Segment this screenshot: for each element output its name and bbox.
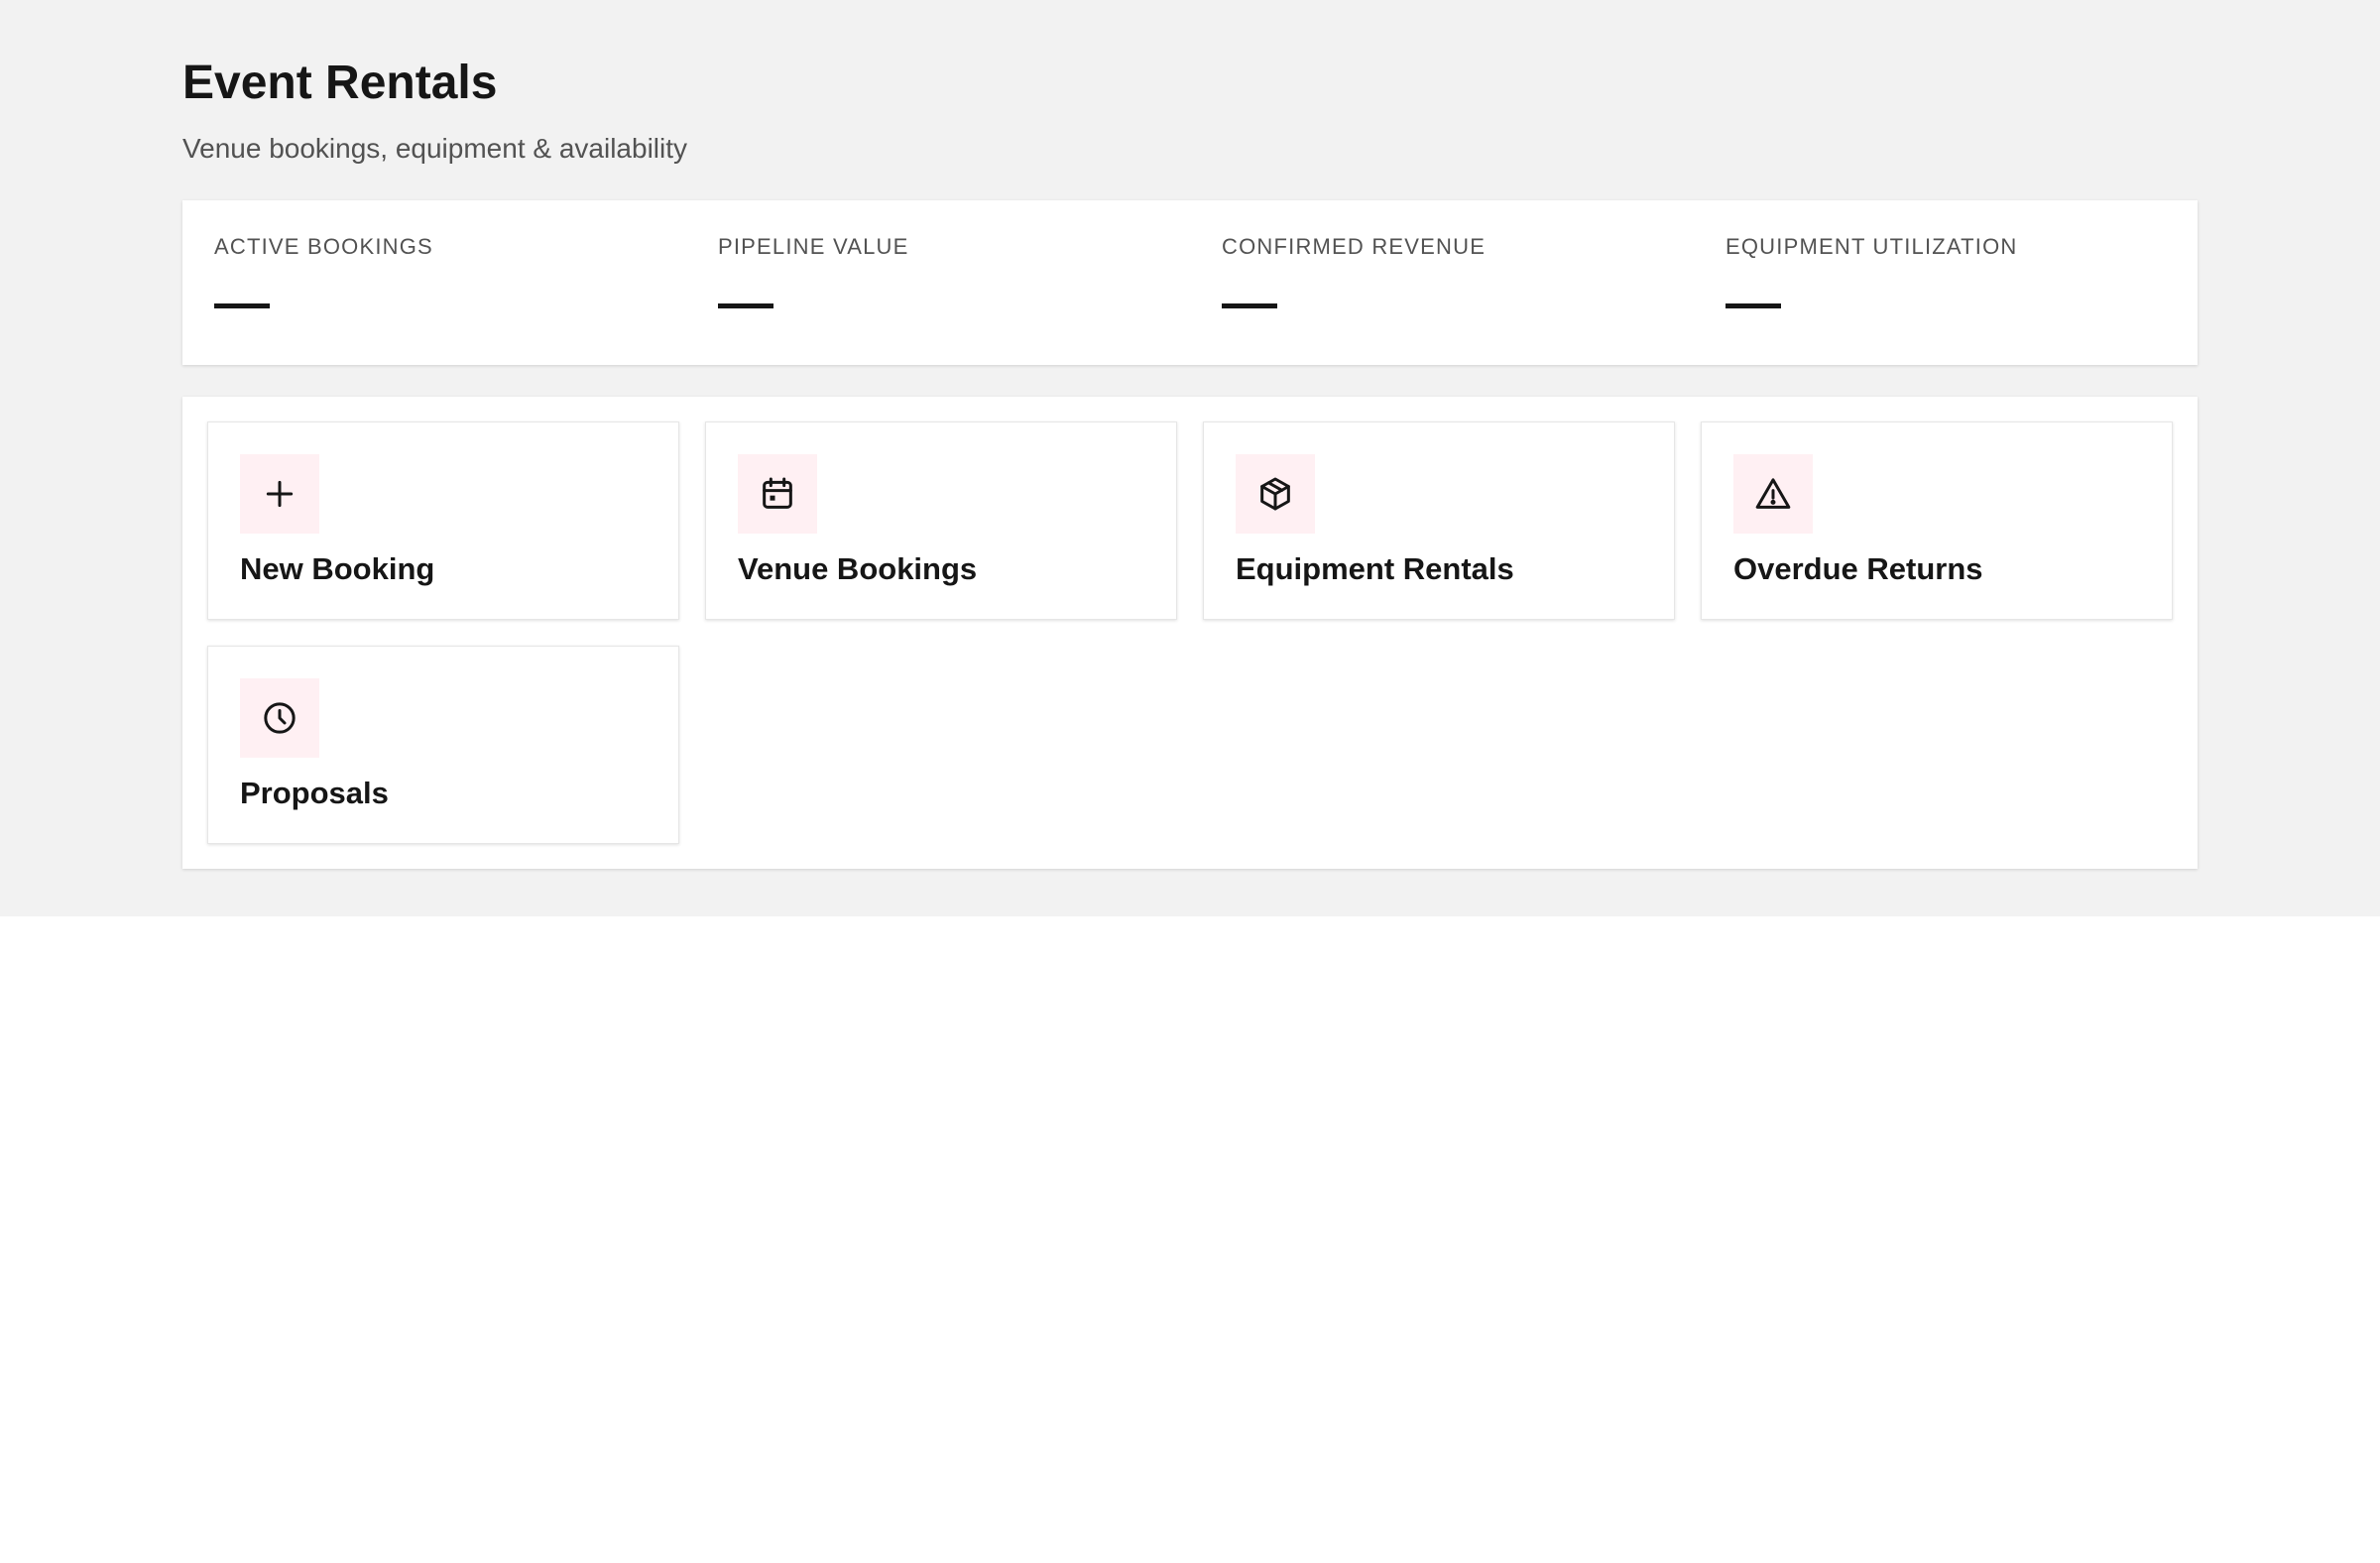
kpi-equipment-utilization: EQUIPMENT UTILIZATION: [1694, 200, 2198, 365]
tile-label: New Booking: [240, 551, 435, 586]
plus-icon: [240, 454, 319, 534]
kpi-label: ACTIVE BOOKINGS: [214, 234, 433, 259]
kpi-label: CONFIRMED REVENUE: [1222, 234, 1487, 259]
page-subtitle: Venue bookings, equipment & availability: [182, 133, 688, 164]
kpi-active-bookings: ACTIVE BOOKINGS: [182, 200, 686, 365]
new-booking-tile[interactable]: New Booking: [207, 421, 679, 620]
kpi-value-placeholder: [214, 303, 270, 308]
warning-icon: [1733, 454, 1813, 534]
kpi-label: PIPELINE VALUE: [718, 234, 909, 259]
tile-label: Venue Bookings: [738, 551, 978, 586]
kpi-value-placeholder: [718, 303, 774, 308]
kpi-confirmed-revenue: CONFIRMED REVENUE: [1190, 200, 1694, 365]
quick-actions-panel: New Booking Venue Bookings Equipment Ren…: [182, 397, 2198, 869]
page-title: Event Rentals: [182, 57, 498, 109]
proposals-tile[interactable]: Proposals: [207, 646, 679, 844]
equipment-rentals-tile[interactable]: Equipment Rentals: [1203, 421, 1675, 620]
tile-label: Equipment Rentals: [1236, 551, 1514, 586]
kpi-value-placeholder: [1726, 303, 1781, 308]
clock-icon: [240, 678, 319, 758]
tile-label: Overdue Returns: [1733, 551, 1983, 586]
overdue-returns-tile[interactable]: Overdue Returns: [1701, 421, 2173, 620]
kpi-panel: ACTIVE BOOKINGS PIPELINE VALUE CONFIRMED…: [182, 200, 2198, 365]
tile-label: Proposals: [240, 776, 389, 810]
package-icon: [1236, 454, 1315, 534]
venue-bookings-tile[interactable]: Venue Bookings: [705, 421, 1177, 620]
kpi-pipeline-value: PIPELINE VALUE: [686, 200, 1190, 365]
calendar-icon: [738, 454, 817, 534]
kpi-value-placeholder: [1222, 303, 1277, 308]
kpi-label: EQUIPMENT UTILIZATION: [1726, 234, 2018, 259]
